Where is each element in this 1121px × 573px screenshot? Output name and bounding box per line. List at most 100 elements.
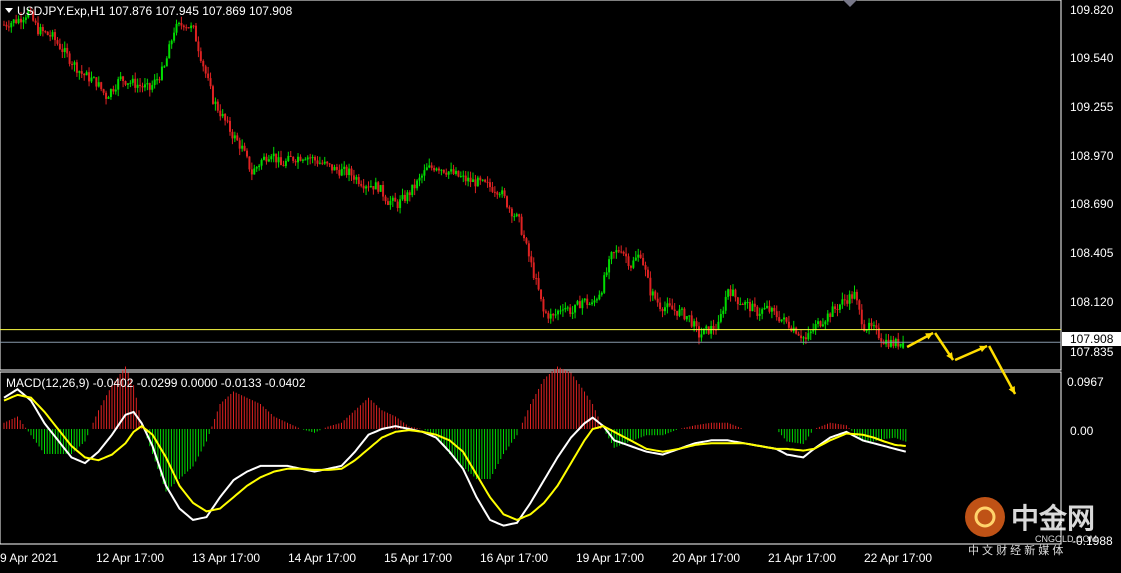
candle-body — [481, 179, 484, 181]
candle-body — [382, 185, 385, 197]
candle-body — [442, 169, 445, 173]
chart-svg[interactable]: USDJPY.Exp,H1 107.876 107.945 107.869 10… — [0, 0, 1121, 568]
candle-body — [751, 303, 754, 312]
candle-body — [17, 18, 20, 24]
candle-body — [246, 150, 248, 157]
candle-body — [561, 309, 564, 311]
candle-body — [352, 175, 355, 180]
candle-body — [632, 260, 635, 268]
candle-body — [496, 192, 499, 195]
candle-body — [326, 161, 329, 164]
watermark-slogan: 中 文 财 经 新 媒 体 — [968, 543, 1063, 557]
candle-body — [160, 66, 163, 80]
candle-body — [651, 291, 654, 296]
candle-body — [37, 22, 40, 35]
candle-body — [377, 182, 380, 192]
candle-body — [479, 177, 482, 181]
candle-body — [860, 309, 863, 325]
candle-body — [673, 309, 676, 311]
candle-body — [564, 308, 567, 310]
candle-body — [170, 40, 173, 45]
candle-body — [263, 156, 266, 160]
candle-body — [314, 157, 317, 161]
candle-body — [549, 313, 552, 319]
candle-body — [535, 278, 538, 280]
candle-body — [238, 140, 241, 149]
candle-body — [491, 187, 494, 192]
price-tick: 108.970 — [1070, 149, 1114, 163]
candle-body — [146, 83, 149, 85]
candle-body — [284, 160, 287, 167]
candle-body — [199, 51, 202, 61]
candle-body — [148, 83, 151, 90]
candle-body — [299, 156, 302, 161]
candle-body — [559, 310, 562, 312]
candle-body — [75, 62, 78, 73]
candle-body — [471, 179, 474, 183]
candle-body — [258, 165, 261, 168]
candle-body — [350, 168, 353, 176]
candle-body — [143, 84, 146, 88]
candle-body — [697, 326, 700, 338]
macd-header: MACD(12,26,9) -0.0402 -0.0299 0.0000 -0.… — [6, 376, 306, 390]
candle-body — [712, 325, 715, 330]
candle-body — [318, 162, 321, 164]
candle-body — [678, 309, 681, 316]
candle-body — [194, 25, 197, 42]
candle-body — [749, 302, 752, 312]
candle-body — [68, 53, 71, 64]
candle-body — [600, 292, 603, 295]
candle-body — [518, 214, 521, 217]
candle-body — [131, 78, 134, 83]
candle-body — [663, 307, 666, 312]
candle-body — [591, 302, 594, 305]
candle-body — [705, 326, 708, 329]
candle-body — [736, 297, 739, 305]
candle-body — [642, 257, 645, 266]
candle-body — [770, 307, 773, 312]
candle-body — [309, 157, 312, 159]
candle-body — [343, 166, 346, 169]
candle-body — [163, 66, 166, 68]
candle-body — [452, 169, 455, 174]
candle-body — [255, 167, 258, 169]
candle-body — [875, 325, 878, 328]
time-tick: 19 Apr 17:00 — [576, 551, 644, 565]
candle-body — [610, 252, 613, 260]
candle-body — [119, 76, 122, 80]
candle-body — [389, 200, 392, 205]
trading-chart[interactable]: USDJPY.Exp,H1 107.876 107.945 107.869 10… — [0, 0, 1121, 568]
candle-body — [408, 192, 411, 196]
candle-body — [634, 257, 637, 261]
candle-body — [216, 101, 219, 111]
candle-body — [593, 300, 596, 303]
candle-body — [554, 314, 557, 316]
candle-body — [469, 177, 472, 183]
candle-body — [369, 186, 372, 188]
watermark-logo-icon — [965, 497, 1005, 537]
candle-body — [386, 201, 389, 205]
candle-body — [457, 170, 460, 177]
candle-body — [729, 289, 732, 296]
candle-body — [372, 186, 375, 190]
candle-body — [768, 305, 771, 312]
time-tick: 9 Apr 2021 — [0, 551, 58, 565]
candle-body — [515, 214, 518, 217]
candle-body — [513, 216, 516, 218]
candle-body — [399, 199, 402, 209]
candle-body — [391, 197, 394, 201]
candle-body — [688, 315, 691, 317]
candle-body — [117, 79, 120, 90]
candle-body — [83, 73, 86, 76]
price-tick: 108.120 — [1070, 295, 1114, 309]
candle-body — [105, 92, 108, 99]
candle-body — [348, 168, 351, 176]
candle-body — [615, 250, 618, 253]
candle-body — [211, 86, 214, 104]
candle-body — [440, 169, 443, 171]
price-tick: 109.820 — [1070, 3, 1114, 17]
time-tick: 12 Apr 17:00 — [96, 551, 164, 565]
candle-body — [552, 313, 555, 316]
candle-body — [39, 27, 42, 35]
candle-body — [243, 145, 246, 151]
